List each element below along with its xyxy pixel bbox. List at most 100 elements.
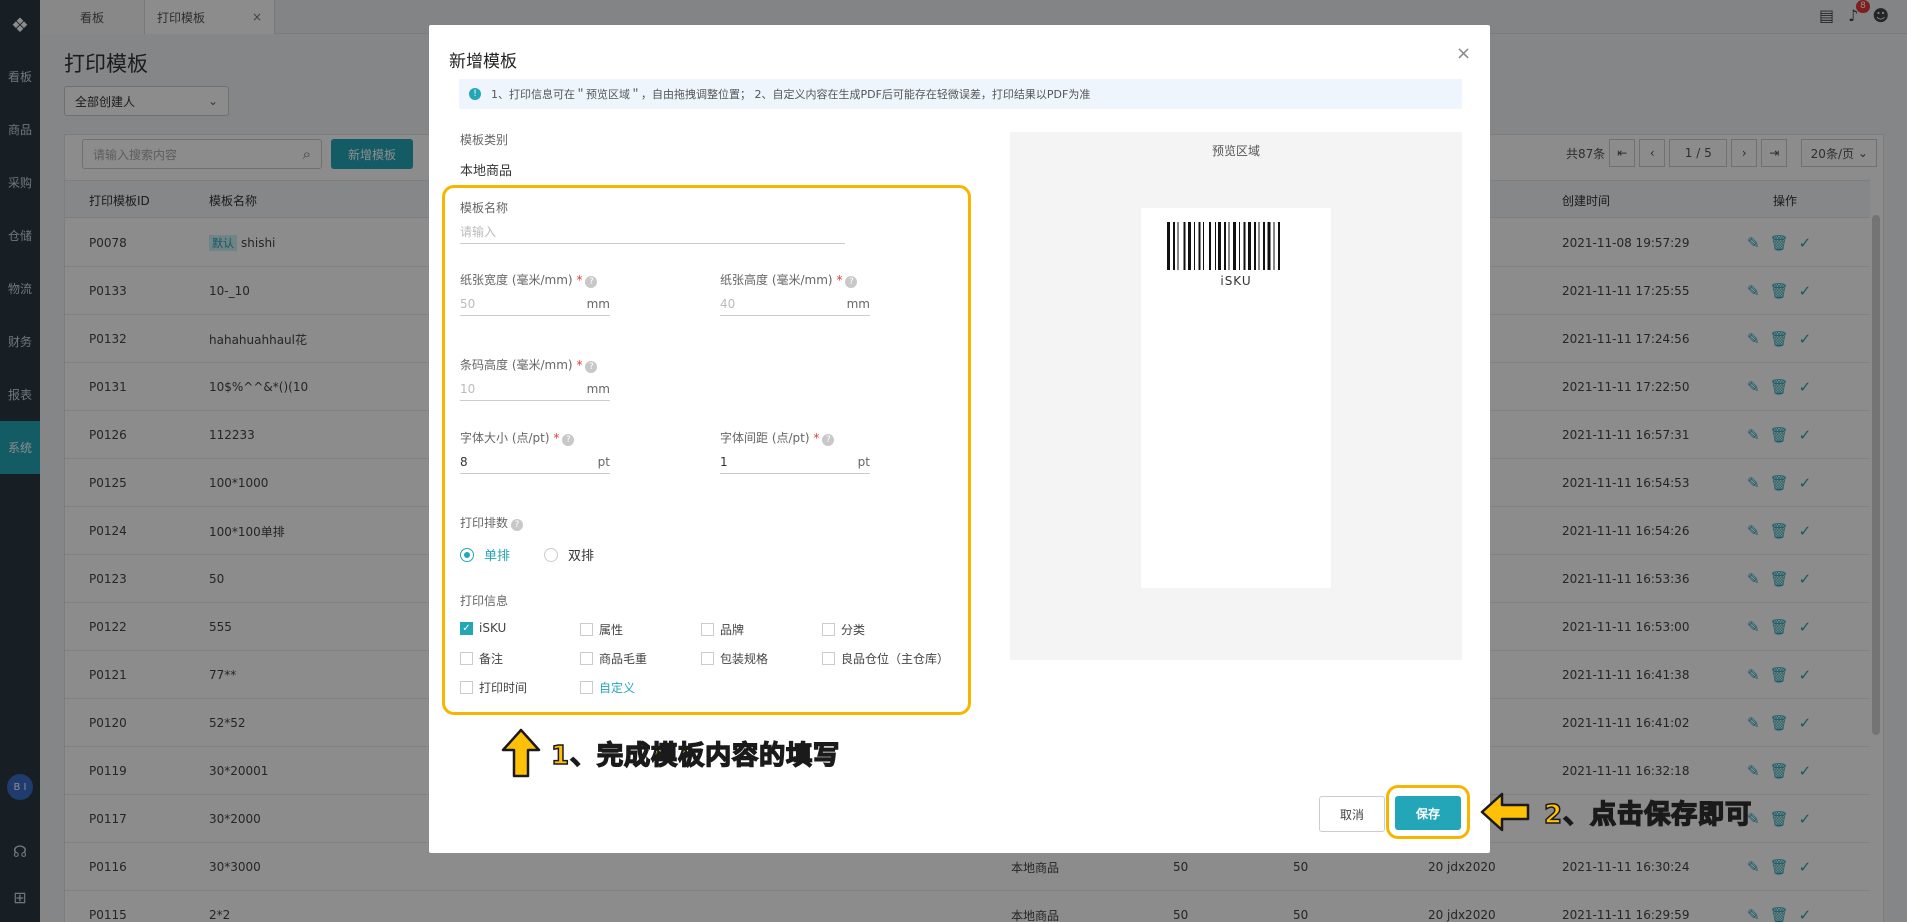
save-button[interactable]: 保存 bbox=[1395, 796, 1461, 830]
info-icon: ! bbox=[469, 88, 481, 100]
arrow-up-icon bbox=[501, 728, 541, 778]
unit-pt: pt bbox=[857, 454, 870, 469]
checkbox-label: 分类 bbox=[841, 623, 866, 637]
checkbox-unchecked-icon bbox=[701, 623, 714, 636]
checkbox-unchecked-icon bbox=[580, 623, 593, 636]
print-rows-label: 打印排数? bbox=[460, 514, 524, 531]
close-icon[interactable]: × bbox=[1456, 43, 1471, 64]
notice-bar: ! 1、打印信息可在＂预览区域＂，自由拖拽调整位置； 2、自定义内容在生成PDF… bbox=[459, 79, 1462, 109]
preview-isku-text[interactable]: iSKU bbox=[1141, 274, 1331, 288]
paper-width-label: 纸张宽度 (毫米/mm) *? bbox=[460, 271, 598, 288]
required-mark: * bbox=[813, 431, 820, 445]
barcode-bar bbox=[1173, 222, 1175, 270]
checkbox-unchecked-icon bbox=[460, 652, 473, 665]
checkbox-label: 打印时间 bbox=[479, 681, 528, 695]
checkbox-option[interactable]: 自定义 bbox=[580, 679, 635, 696]
paper-height-label-text: 纸张高度 (毫米/mm) bbox=[720, 273, 833, 287]
modal-title: 新增模板 bbox=[449, 52, 517, 72]
checkbox-checked-icon: ✓ bbox=[460, 621, 473, 635]
checkbox-option[interactable]: ✓ iSKU bbox=[460, 621, 506, 635]
annotation-step1: 1、完成模板内容的填写 bbox=[501, 728, 840, 778]
checkbox-option[interactable]: 打印时间 bbox=[460, 679, 527, 696]
checkbox-option[interactable]: 品牌 bbox=[701, 621, 744, 638]
letter-spacing-label: 字体间距 (点/pt) *? bbox=[720, 429, 835, 446]
checkbox-option[interactable]: 分类 bbox=[822, 621, 865, 638]
barcode-bar bbox=[1263, 222, 1265, 270]
annotation-step1-text: 1、完成模板内容的填写 bbox=[550, 740, 841, 772]
barcode-bar bbox=[1254, 222, 1256, 270]
required-mark: * bbox=[836, 273, 843, 287]
paper-height-value: 40 bbox=[720, 296, 736, 311]
barcode-bar bbox=[1215, 222, 1216, 270]
paper-width-input[interactable]: 50 mm bbox=[460, 292, 610, 316]
arrow-left-icon bbox=[1480, 792, 1530, 832]
letter-spacing-label-text: 字体间距 (点/pt) bbox=[720, 431, 810, 445]
checkbox-unchecked-icon bbox=[580, 652, 593, 665]
required-mark: * bbox=[553, 431, 560, 445]
template-name-input[interactable]: 请输入 bbox=[460, 220, 845, 244]
unit-mm: mm bbox=[586, 296, 610, 311]
checkbox-label: 包装规格 bbox=[720, 652, 769, 666]
notice-text: 1、打印信息可在＂预览区域＂，自由拖拽调整位置； 2、自定义内容在生成PDF后可… bbox=[491, 88, 1091, 101]
checkbox-label: 备注 bbox=[479, 652, 504, 666]
checkbox-option[interactable]: 属性 bbox=[580, 621, 623, 638]
preview-title: 预览区域 bbox=[1211, 144, 1260, 158]
letter-spacing-input[interactable]: 1 pt bbox=[720, 450, 870, 474]
checkbox-option[interactable]: 备注 bbox=[460, 650, 503, 667]
barcode-bar bbox=[1267, 222, 1271, 270]
barcode-bar bbox=[1218, 222, 1221, 270]
help-icon[interactable]: ? bbox=[585, 276, 598, 288]
checkbox-option[interactable]: 商品毛重 bbox=[580, 650, 647, 667]
checkbox-option[interactable]: 良品仓位（主仓库） bbox=[822, 650, 949, 667]
checkbox-unchecked-icon bbox=[460, 681, 473, 694]
radio-unchecked-icon bbox=[544, 547, 558, 562]
label-preview-card[interactable]: iSKU bbox=[1141, 208, 1331, 588]
barcode-bar bbox=[1248, 222, 1251, 270]
barcode-bar bbox=[1203, 222, 1204, 270]
checkbox-option[interactable]: 包装规格 bbox=[701, 650, 768, 667]
barcode-height-value: 10 bbox=[460, 381, 476, 396]
help-icon[interactable]: ? bbox=[845, 276, 858, 288]
help-icon[interactable]: ? bbox=[585, 361, 598, 373]
checkbox-label: 品牌 bbox=[720, 623, 745, 637]
barcode-graphic[interactable] bbox=[1167, 222, 1305, 270]
template-name-placeholder: 请输入 bbox=[460, 225, 497, 239]
font-size-label: 字体大小 (点/pt) *? bbox=[460, 429, 575, 446]
paper-width-label-text: 纸张宽度 (毫米/mm) bbox=[460, 273, 573, 287]
cancel-button[interactable]: 取消 bbox=[1319, 796, 1385, 832]
checkbox-label: 自定义 bbox=[599, 681, 636, 695]
checkbox-unchecked-icon bbox=[822, 623, 835, 636]
help-icon[interactable]: ? bbox=[511, 519, 524, 531]
paper-height-input[interactable]: 40 mm bbox=[720, 292, 870, 316]
required-mark: * bbox=[576, 358, 583, 372]
radio-checked-icon bbox=[460, 547, 474, 562]
template-name-label: 模板名称 bbox=[460, 201, 509, 215]
barcode-bar bbox=[1228, 222, 1230, 270]
annotation-step2-text: 2、点击保存即可 bbox=[1543, 799, 1753, 831]
checkbox-label: 属性 bbox=[599, 623, 624, 637]
checkbox-label: 良品仓位（主仓库） bbox=[841, 652, 950, 666]
font-size-value: 8 bbox=[460, 454, 468, 469]
barcode-bar bbox=[1273, 222, 1275, 270]
letter-spacing-value: 1 bbox=[720, 454, 728, 469]
barcode-bar bbox=[1183, 222, 1186, 270]
help-icon[interactable]: ? bbox=[822, 434, 835, 446]
paper-height-label: 纸张高度 (毫米/mm) *? bbox=[720, 271, 858, 288]
checkbox-label: iSKU bbox=[479, 621, 507, 635]
radio-label: 双排 bbox=[568, 549, 595, 564]
checkbox-unchecked-icon bbox=[580, 681, 593, 694]
radio-label: 单排 bbox=[484, 549, 511, 564]
help-icon[interactable]: ? bbox=[562, 434, 575, 446]
required-mark: * bbox=[576, 273, 583, 287]
barcode-bar bbox=[1198, 222, 1201, 270]
font-size-input[interactable]: 8 pt bbox=[460, 450, 610, 474]
unit-mm: mm bbox=[846, 296, 870, 311]
print-info-label: 打印信息 bbox=[460, 594, 509, 608]
radio-double-row[interactable]: 双排 bbox=[544, 545, 594, 564]
barcode-height-input[interactable]: 10 mm bbox=[460, 377, 610, 401]
barcode-bar bbox=[1167, 222, 1170, 270]
barcode-bar bbox=[1239, 222, 1240, 270]
category-value: 本地商品 bbox=[460, 164, 513, 179]
font-size-label-text: 字体大小 (点/pt) bbox=[460, 431, 550, 445]
radio-single-row[interactable]: 单排 bbox=[460, 545, 510, 564]
